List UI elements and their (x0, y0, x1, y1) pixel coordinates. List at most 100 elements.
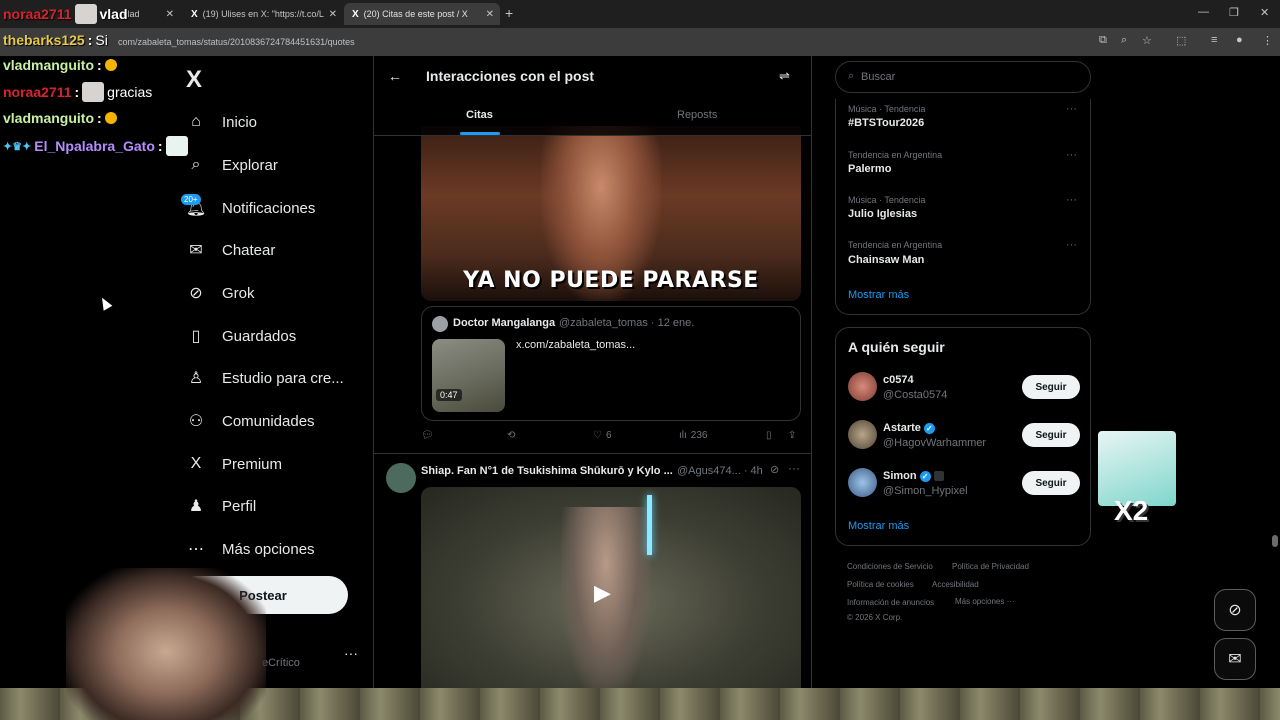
close-tab-icon[interactable]: ✕ (166, 9, 174, 20)
more-icon[interactable]: ··· (1066, 194, 1077, 206)
browser-tab-3[interactable]: X (20) Citas de este post / X ✕ (344, 3, 500, 25)
chat-line: ✦♛✦ El_Npalabra_Gato: (3, 136, 188, 156)
filter-icon[interactable]: ⇌ (779, 68, 790, 84)
badges-icon: ✦♛✦ (3, 140, 32, 153)
quoted-post-card[interactable]: Doctor Mangalanga @zabaleta_tomas · 12 e… (421, 306, 801, 421)
active-tab-indicator (460, 132, 500, 135)
trend-name[interactable]: #BTSTour2026 (848, 117, 924, 129)
follow-name[interactable]: Simon ✓ (883, 470, 944, 482)
play-icon[interactable]: ▶ (594, 580, 611, 606)
chat-user: noraa2711 (3, 6, 72, 22)
quoted-link[interactable]: x.com/zabaleta_tomas... (516, 339, 635, 351)
person-icon: ♟ (188, 498, 204, 515)
close-window-icon[interactable]: ✕ (1260, 6, 1269, 19)
footer-link[interactable]: Condiciones de Servicio (847, 562, 933, 571)
bookmark-icon[interactable]: ▯ (766, 430, 772, 441)
trend-name[interactable]: Julio Iglesias (848, 208, 917, 220)
avatar[interactable] (432, 316, 448, 332)
video-thumbnail[interactable] (432, 339, 505, 412)
trend-name[interactable]: Chainsaw Man (848, 254, 924, 266)
nav-item-comunidades[interactable]: ⚇ Comunidades (186, 411, 315, 431)
messages-float-button[interactable]: ✉ (1214, 638, 1256, 680)
follow-name[interactable]: Astarte ✓ (883, 422, 935, 434)
media-icon[interactable]: ≡ (1211, 34, 1217, 46)
search-input[interactable]: ⌕ Buscar (835, 61, 1091, 93)
avatar[interactable] (848, 468, 877, 497)
affiliate-badge-icon (933, 471, 944, 481)
nav-item-inicio[interactable]: ⌂ Inicio (186, 112, 257, 132)
back-arrow-icon[interactable]: ← (388, 68, 402, 84)
quoted-author-name[interactable]: Doctor Mangalanga (453, 317, 555, 329)
chat-line: noraa2711: gracias (3, 82, 153, 102)
footer-link[interactable]: Más opciones ··· (955, 597, 1015, 606)
mango-emote-icon (104, 59, 117, 71)
minimize-icon[interactable]: — (1198, 6, 1209, 18)
nav-item-estudio[interactable]: ♙ Estudio para cre... (186, 368, 344, 388)
url-text[interactable]: com/zabaleta_tomas/status/20108367247844… (118, 37, 355, 47)
post-author-name[interactable]: Shiap. Fan N°1 de Tsukishima Shūkurō y K… (421, 465, 673, 477)
gif-media[interactable]: YA NO PUEDE PARARSE (421, 126, 801, 301)
cast-icon[interactable]: ⧉ (1099, 34, 1107, 47)
nav-item-guardados[interactable]: ▯ Guardados (186, 326, 297, 346)
footer-link[interactable]: Política de cookies (847, 580, 914, 589)
footer-link[interactable]: Accesibilidad (932, 580, 979, 589)
address-bar[interactable]: com/zabaleta_tomas/status/20108367247844… (0, 28, 1280, 56)
close-tab-icon[interactable]: ✕ (329, 9, 337, 20)
show-more-trends-link[interactable]: Mostrar más (848, 289, 909, 301)
more-icon[interactable]: ··· (1066, 239, 1077, 251)
nav-label: Chatear (222, 241, 276, 259)
nav-item-grok[interactable]: ⊘ Grok (186, 283, 255, 303)
zoom-icon[interactable]: ⌕ (1121, 34, 1127, 47)
account-name[interactable]: eCrítico (262, 657, 300, 669)
nav-item-chatear[interactable]: ✉ Chatear (186, 240, 275, 260)
repost-icon[interactable]: ⟲ (507, 430, 515, 441)
nav-item-premium[interactable]: X Premium (186, 454, 282, 474)
share-icon[interactable]: ⇪ (788, 430, 796, 441)
nav-item-explorar[interactable]: ⌕ Explorar (186, 155, 278, 175)
nav-label: Grok (222, 284, 255, 302)
new-tab-icon[interactable]: + (505, 5, 513, 21)
footer-link[interactable]: Información de anuncios (847, 598, 934, 607)
restore-icon[interactable]: ❐ (1229, 6, 1239, 19)
scrollbar[interactable] (1270, 56, 1280, 688)
follow-name[interactable]: c0574 (883, 374, 914, 386)
tab-label: (19) Ulises en X: "https://t.co/L (202, 9, 324, 19)
follow-button[interactable]: Seguir (1022, 471, 1080, 495)
view-count: 236 (690, 430, 708, 441)
vlad-emote-icon (74, 4, 97, 24)
close-tab-icon[interactable]: ✕ (486, 9, 494, 20)
nav-item-notificaciones[interactable]: 🔔︎ Notificaciones (186, 198, 316, 218)
browser-tab-2[interactable]: X (19) Ulises en X: "https://t.co/L ✕ (183, 3, 343, 25)
grok-float-button[interactable]: ⊘ (1214, 589, 1256, 631)
follow-button[interactable]: Seguir (1022, 423, 1080, 447)
like-button[interactable]: ♡ 6 (593, 430, 612, 441)
menu-icon[interactable]: ⋮ (1262, 34, 1273, 47)
x-logo-icon: X (352, 8, 359, 20)
avatar[interactable] (848, 420, 877, 449)
footer-link[interactable]: Política de Privacidad (952, 562, 1029, 571)
video-media[interactable]: ▶ (421, 487, 801, 688)
mouse-cursor-icon (97, 295, 113, 311)
grok-icon[interactable]: ⊘ (770, 463, 779, 476)
more-circle-icon: ⋯ (188, 541, 204, 558)
reply-icon[interactable]: 💬︎ (421, 430, 434, 441)
more-icon[interactable]: ··· (1066, 103, 1077, 115)
more-icon[interactable]: ··· (788, 461, 800, 475)
tab-citas[interactable]: Citas (466, 109, 493, 121)
follow-button[interactable]: Seguir (1022, 375, 1080, 399)
nav-item-mas-opciones[interactable]: ⋯ Más opciones (186, 539, 315, 559)
avatar[interactable] (848, 372, 877, 401)
scrollbar-thumb[interactable] (1272, 535, 1278, 547)
nav-item-perfil[interactable]: ♟ Perfil (186, 496, 256, 516)
show-more-follow-link[interactable]: Mostrar más (848, 520, 909, 532)
profile-icon[interactable]: ● (1236, 34, 1243, 46)
bookmark-star-icon[interactable]: ☆ (1142, 34, 1152, 47)
x-logo-icon[interactable]: X (186, 66, 202, 94)
avatar[interactable] (386, 463, 416, 493)
account-more-icon[interactable]: ··· (344, 645, 358, 661)
extensions-icon[interactable]: ⬚ (1176, 34, 1186, 47)
trend-name[interactable]: Palermo (848, 163, 891, 175)
tab-reposts[interactable]: Reposts (677, 109, 717, 121)
views-button[interactable]: ılı 236 (679, 430, 707, 441)
more-icon[interactable]: ··· (1066, 149, 1077, 161)
